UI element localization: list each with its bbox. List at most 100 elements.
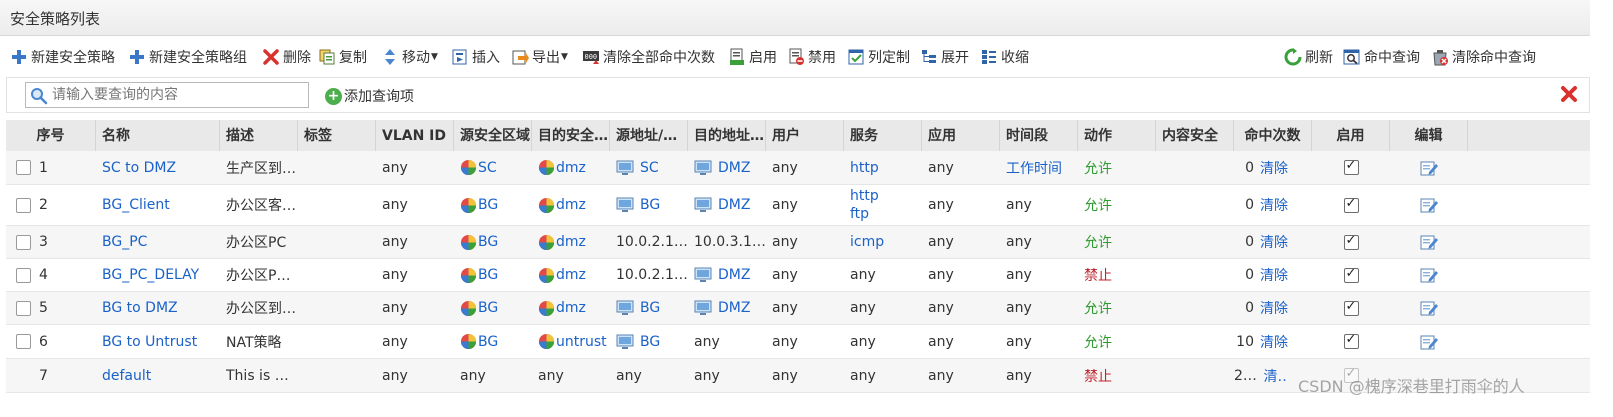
table-row[interactable]: 2 BG_Client 办公区客户端 any BG dmz BG DMZ any httpftp a…	[6, 185, 1590, 226]
add-query-button[interactable]: + 添加查询项	[325, 86, 414, 106]
enable-button[interactable]: 启用	[728, 46, 777, 68]
row-checkbox[interactable]	[16, 334, 31, 349]
column-header-src-zone[interactable]: 源安全区域	[454, 120, 532, 152]
refresh-button[interactable]: 刷新	[1284, 46, 1333, 68]
edit-icon[interactable]	[1419, 333, 1439, 351]
new-policy-button[interactable]: 新建安全策略	[10, 46, 115, 68]
table-row[interactable]: 4 BG_PC_DELAY 办公区PC延迟 any BG dmz 10.0.2.1… DMZ a…	[6, 259, 1590, 292]
row-checkbox[interactable]	[16, 197, 31, 213]
column-header-content[interactable]: 内容安全	[1156, 120, 1234, 152]
column-header-no[interactable]: 序号	[6, 120, 96, 152]
source-address[interactable]: SC	[640, 160, 659, 176]
row-checkbox[interactable]	[16, 234, 31, 250]
destination-zone[interactable]: dmz	[556, 234, 586, 250]
clear-hit-query-button[interactable]: 清除命中查询	[1431, 46, 1536, 68]
destination-zone[interactable]: untrust	[556, 334, 607, 350]
source-address[interactable]: BG	[640, 300, 660, 316]
clear-hits-link[interactable]: 清除	[1260, 232, 1288, 252]
clear-hits-link[interactable]: 清除	[1263, 366, 1288, 386]
table-row[interactable]: 3 BG_PC 办公区PC any BG dmz 10.0.2.1… 10.0.3.1… any…	[6, 226, 1590, 259]
column-header-tag[interactable]: 标签	[298, 120, 376, 152]
edit-icon[interactable]	[1419, 299, 1439, 317]
source-address[interactable]: BG	[640, 334, 660, 350]
expand-button[interactable]: 展开	[920, 46, 969, 68]
clear-hits-link[interactable]: 清除	[1260, 332, 1288, 352]
collapse-button[interactable]: 收缩	[980, 46, 1029, 68]
enabled-checkbox[interactable]	[1343, 299, 1359, 316]
policy-name-link[interactable]: default	[102, 368, 151, 384]
column-header-name[interactable]: 名称	[96, 120, 220, 152]
time-range[interactable]: 工作时间	[1006, 158, 1062, 178]
column-header-time[interactable]: 时间段	[1000, 120, 1078, 152]
clear-hits-link[interactable]: 清除	[1260, 298, 1288, 318]
policy-name-link[interactable]: BG_PC_DELAY	[102, 267, 199, 283]
enabled-checkbox[interactable]	[1343, 158, 1359, 175]
destination-address[interactable]: DMZ	[718, 160, 750, 176]
table-row[interactable]: 5 BG to DMZ 办公区到DMZ any BG dmz BG DMZ any any any a…	[6, 292, 1590, 325]
search-input[interactable]	[52, 85, 302, 105]
disable-button[interactable]: 禁用	[787, 46, 836, 68]
source-zone[interactable]: BG	[478, 334, 498, 350]
clear-hits-link[interactable]: 清除	[1260, 265, 1288, 285]
column-header-action[interactable]: 动作	[1078, 120, 1156, 152]
enabled-checkbox[interactable]	[1343, 266, 1359, 283]
source-zone[interactable]: BG	[478, 234, 498, 250]
column-header-dst-zone[interactable]: 目的安全区域	[532, 120, 610, 152]
clear-hits-link[interactable]: 清除	[1260, 158, 1288, 178]
edit-icon[interactable]	[1419, 233, 1439, 251]
enabled-checkbox[interactable]	[1343, 233, 1359, 250]
move-dropdown[interactable]: 移动 ▼	[381, 46, 438, 68]
edit-icon[interactable]	[1419, 196, 1439, 214]
service-item[interactable]: http	[850, 187, 879, 205]
policy-name-link[interactable]: BG to Untrust	[102, 334, 197, 350]
close-icon[interactable]	[1559, 84, 1579, 104]
policy-name-link[interactable]: BG_Client	[102, 197, 170, 213]
edit-icon[interactable]	[1419, 266, 1439, 284]
column-header-src-addr[interactable]: 源地址/地区	[610, 120, 688, 152]
policy-name-link[interactable]: BG_PC	[102, 234, 147, 250]
policy-name-link[interactable]: BG to DMZ	[102, 300, 178, 316]
column-header-service[interactable]: 服务	[844, 120, 922, 152]
insert-button[interactable]: 插入	[451, 46, 500, 68]
column-header-user[interactable]: 用户	[766, 120, 844, 152]
delete-button[interactable]: 删除	[262, 46, 311, 68]
column-header-hits[interactable]: 命中次数	[1234, 120, 1312, 152]
row-checkbox[interactable]	[16, 160, 31, 175]
source-zone[interactable]: BG	[478, 197, 498, 213]
service-item[interactable]: icmp	[850, 233, 884, 251]
column-header-vlan[interactable]: VLAN ID	[376, 120, 454, 152]
row-checkbox[interactable]	[16, 267, 31, 283]
copy-button[interactable]: 复制	[318, 46, 367, 68]
source-zone[interactable]: SC	[478, 160, 497, 176]
source-zone[interactable]: BG	[478, 300, 498, 316]
service-item[interactable]: ftp	[850, 205, 879, 223]
export-dropdown[interactable]: 导出 ▼	[511, 46, 568, 68]
destination-address[interactable]: DMZ	[718, 267, 750, 283]
source-zone[interactable]: BG	[478, 267, 498, 283]
new-policy-group-button[interactable]: 新建安全策略组	[128, 46, 247, 68]
destination-address[interactable]: DMZ	[718, 197, 750, 213]
column-header-desc[interactable]: 描述	[220, 120, 298, 152]
destination-zone[interactable]: dmz	[556, 197, 586, 213]
row-checkbox[interactable]	[16, 300, 31, 316]
enabled-checkbox[interactable]	[1343, 332, 1359, 349]
enabled-checkbox[interactable]	[1343, 196, 1359, 213]
destination-zone[interactable]: dmz	[556, 160, 586, 176]
service-item[interactable]: http	[850, 159, 879, 177]
policy-name-link[interactable]: SC to DMZ	[102, 160, 176, 176]
clear-hits-link[interactable]: 清除	[1260, 195, 1288, 215]
destination-address[interactable]: DMZ	[718, 300, 750, 316]
destination-zone[interactable]: dmz	[556, 300, 586, 316]
column-header-edit[interactable]: 编辑	[1390, 120, 1468, 152]
column-header-app[interactable]: 应用	[922, 120, 1000, 152]
table-row[interactable]: 1 SC to DMZ 生产区到DMZ any SC dmz SC DMZ any http any…	[6, 151, 1590, 185]
source-address[interactable]: BG	[640, 197, 660, 213]
destination-zone[interactable]: dmz	[556, 267, 586, 283]
column-header-enabled[interactable]: 启用	[1312, 120, 1390, 152]
edit-icon[interactable]	[1419, 159, 1439, 177]
column-custom-button[interactable]: 列定制	[847, 46, 910, 68]
table-row[interactable]: 6 BG to Untrust NAT策略 any BG untrust BG any any a…	[6, 325, 1590, 359]
clear-all-hits-button[interactable]: 000 清除全部命中次数	[582, 46, 715, 68]
hit-query-button[interactable]: 命中查询	[1343, 46, 1420, 68]
column-header-dst-addr[interactable]: 目的地址/地区	[688, 120, 766, 152]
